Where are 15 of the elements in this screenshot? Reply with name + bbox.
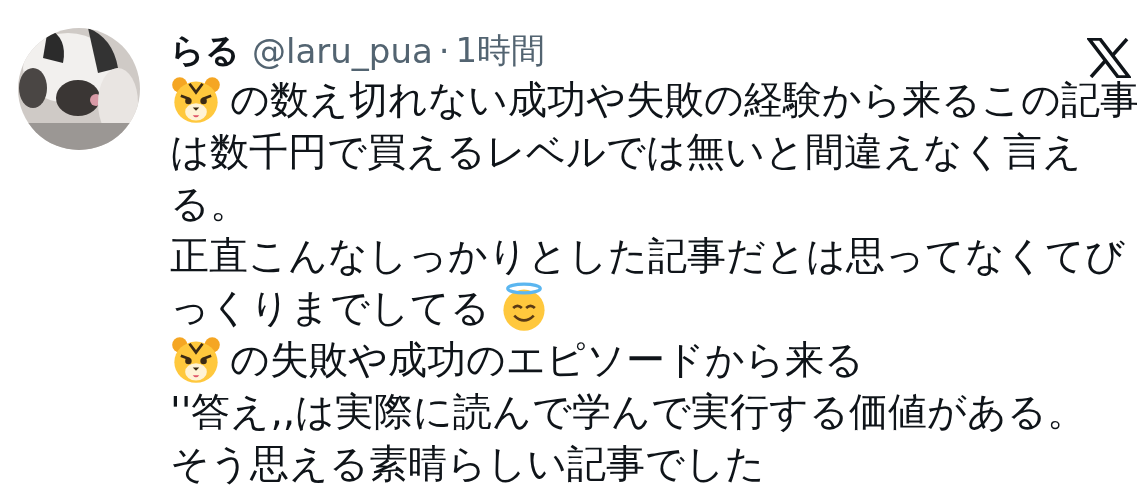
post-text: ''答え,,は実際に読んで学んで実行する価値がある。 (170, 388, 1087, 436)
post-time[interactable]: 1時間 (455, 28, 546, 74)
post-text: る。 (170, 180, 249, 228)
post-text: の数え切れない成功や失敗の経験から来るこの記事 (230, 76, 1137, 124)
post-text: そう思える素晴らしい記事でした (170, 440, 765, 488)
tiger-face-icon (170, 74, 222, 126)
post-text: は数千円で買えるレベルでは無いと間違えなく言え (170, 128, 1082, 176)
post-text: の失敗や成功のエピソードから来る (230, 336, 864, 384)
post-text: 正直こんなしっかりとした記事だとは思ってなくてび (170, 232, 1125, 280)
post-text: っくりまでしてる (170, 284, 490, 332)
tiger-face-icon (170, 334, 222, 386)
author-name[interactable]: らる (170, 28, 240, 74)
author-handle[interactable]: @laru_pua (252, 31, 433, 71)
separator-dot: · (438, 31, 450, 71)
x-logo-icon (1087, 38, 1131, 78)
